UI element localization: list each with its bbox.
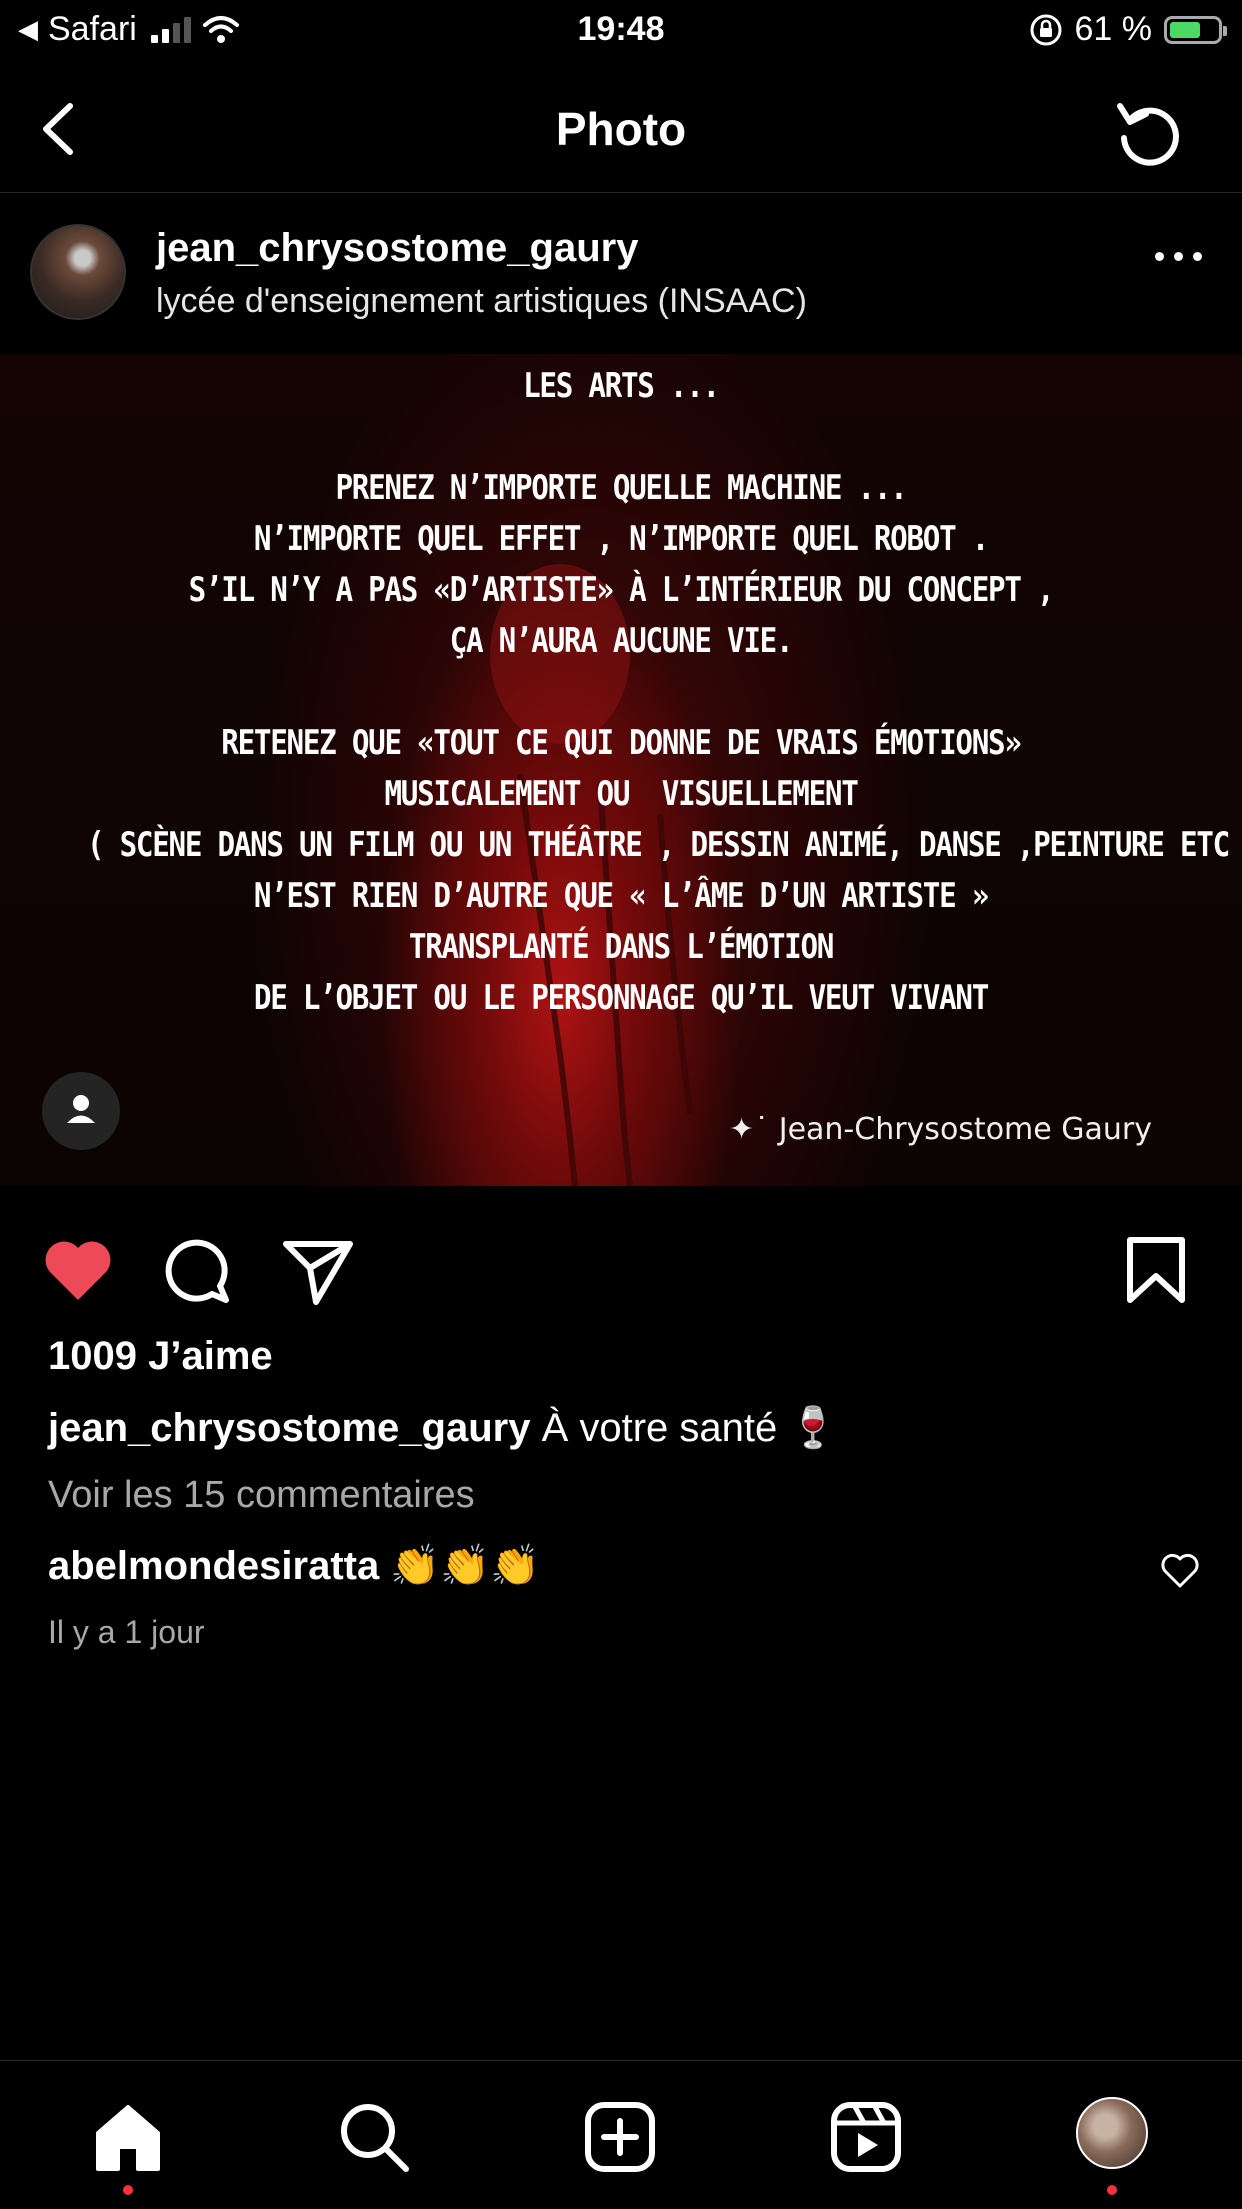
share-icon[interactable]	[278, 1230, 358, 1310]
caption: jean_chrysostome_gaury À votre santé 🍷	[48, 1404, 838, 1451]
caption-text: À votre santé 🍷	[541, 1406, 839, 1450]
tab-bar	[0, 2060, 1242, 2209]
create-icon[interactable]	[582, 2099, 658, 2175]
orientation-lock-icon	[1030, 14, 1061, 45]
home-icon[interactable]	[90, 2099, 166, 2175]
author-username[interactable]: jean_chrysostome_gaury	[156, 226, 638, 271]
likes-count[interactable]: 1009 J’aime	[48, 1334, 273, 1379]
post-image[interactable]: LES ARTS ... PRENEZ N’IMPORTE QUELLE MACH…	[0, 354, 1242, 1186]
poster-line: ( SCÈNE DANS UN FILM OU UN THÉÂTRE , DES…	[86, 825, 1242, 865]
more-icon[interactable]	[1155, 252, 1202, 261]
comment-text: 👏👏👏	[390, 1544, 540, 1588]
author-avatar[interactable]	[30, 224, 126, 320]
poster-line: DE L’OBJET OU LE PERSONNAGE QU’IL VEUT V…	[253, 978, 989, 1018]
status-bar: ◀ Safari 19:48 61 %	[0, 0, 1242, 64]
profile-tab-avatar[interactable]	[1076, 2097, 1148, 2169]
refresh-icon[interactable]	[1110, 92, 1190, 172]
signature-text: Jean-Chrysostome Gaury	[778, 1112, 1152, 1147]
battery-percent: 61 %	[1074, 10, 1153, 48]
poster-line: N’IMPORTE QUEL EFFET , N’IMPORTE QUEL RO…	[253, 519, 989, 559]
poster-line: ÇA N’AURA AUCUNE VIE.	[449, 621, 794, 661]
post-location[interactable]: lycée d'enseignement artistiques (INSAAC…	[156, 282, 807, 321]
nav-header: Photo	[0, 64, 1242, 193]
user-tag-button[interactable]	[42, 1072, 120, 1150]
bookmark-icon[interactable]	[1116, 1230, 1196, 1310]
image-signature: ✦˙ Jean-Chrysostome Gaury	[729, 1112, 1152, 1147]
poster-line: MUSICALEMENT OU VISUELLEMENT	[384, 774, 858, 814]
comment-like-icon[interactable]	[1158, 1548, 1202, 1592]
reels-icon[interactable]	[828, 2099, 904, 2175]
user-tag-icon	[67, 1095, 95, 1123]
post-time: Il y a 1 jour	[48, 1614, 205, 1650]
comment: abelmondesiratta 👏👏👏	[48, 1542, 540, 1589]
view-comments-link[interactable]: Voir les 15 commentaires	[48, 1474, 475, 1517]
poster-line	[87, 666, 1155, 717]
poster-line: LES ARTS ...	[523, 366, 720, 406]
poster-line: TRANSPLANTÉ DANS L’ÉMOTION	[408, 927, 834, 967]
comment-icon[interactable]	[158, 1230, 238, 1310]
sparkle-icon: ✦˙	[729, 1112, 770, 1147]
post-header: jean_chrysostome_gaury lycée d'enseignem…	[0, 192, 1242, 352]
poster-line: RETENEZ QUE «TOUT CE QUI DONNE DE VRAIS …	[221, 723, 1022, 763]
battery-icon	[1164, 15, 1227, 44]
poster-text: LES ARTS ... PRENEZ N’IMPORTE QUELLE MACH…	[86, 360, 1242, 1023]
comment-username[interactable]: abelmondesiratta	[48, 1544, 379, 1588]
post-actions	[0, 1186, 1242, 1336]
profile-notification-dot	[1107, 2185, 1117, 2195]
poster-line: S’IL N’Y A PAS «D’ARTISTE» À L’INTÉRIEUR…	[188, 570, 1055, 610]
caption-username[interactable]: jean_chrysostome_gaury	[48, 1406, 530, 1450]
status-right: 61 %	[1029, 10, 1227, 49]
poster-line: N’EST RIEN D’AUTRE QUE « L’ÂME D’UN ARTI…	[253, 876, 989, 916]
heart-icon[interactable]	[38, 1230, 118, 1310]
home-notification-dot	[123, 2185, 133, 2195]
poster-line: PRENEZ N’IMPORTE QUELLE MACHINE ...	[335, 468, 907, 508]
poster-line	[87, 411, 1155, 462]
page-title: Photo	[555, 103, 687, 155]
search-icon[interactable]	[336, 2099, 412, 2175]
